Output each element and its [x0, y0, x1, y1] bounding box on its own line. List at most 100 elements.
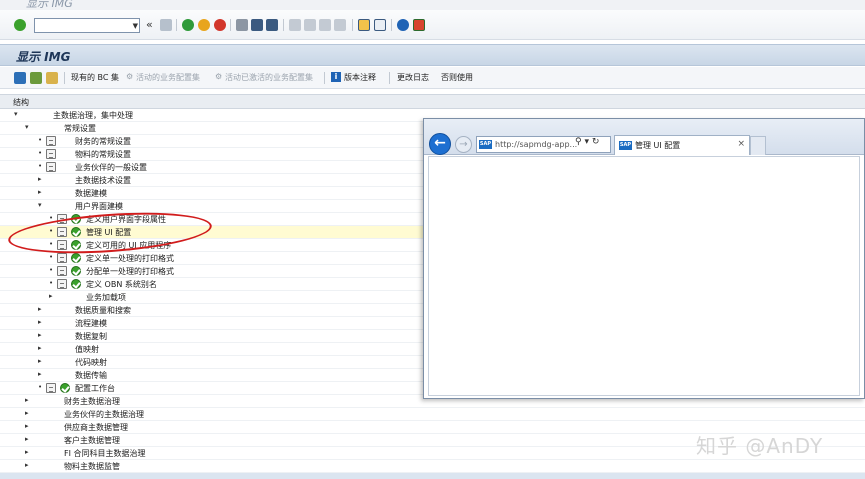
collapsed-toggle-icon[interactable]: ▸: [25, 435, 29, 443]
close-icon[interactable]: ×: [737, 139, 745, 149]
tree-row[interactable]: ▸ 物料主数据监管: [0, 460, 865, 473]
screen-title-bar: 显示 IMG: [0, 44, 865, 66]
tree-node-label: 业务伙伴的主数据治理: [64, 410, 144, 419]
collapsed-toggle-icon[interactable]: ▸: [25, 461, 29, 469]
tree-row[interactable]: ▸ 业务伙伴的主数据治理: [0, 408, 865, 421]
collapsed-toggle-icon[interactable]: ▸: [38, 318, 42, 326]
collapsed-toggle-icon[interactable]: ▸: [38, 331, 42, 339]
tree-node-label: 数据复制: [75, 332, 107, 341]
tree-node-label: 分配单一处理的打印格式: [86, 267, 174, 276]
collapsed-toggle-icon[interactable]: ▸: [49, 292, 53, 300]
toolbar-separator: [324, 72, 325, 84]
activated-bc-sets-icon: ⚙: [215, 72, 223, 81]
new-tab-button[interactable]: [750, 136, 766, 155]
browser-tab[interactable]: SAP 管理 UI 配置 ×: [614, 135, 750, 155]
tree-node-label: 财务的常规设置: [75, 137, 131, 146]
command-field[interactable]: ▼: [34, 18, 140, 33]
new-session-icon[interactable]: [358, 19, 370, 31]
tree-node-label: 用户界面建模: [75, 202, 123, 211]
collapsed-toggle-icon[interactable]: ▸: [38, 188, 42, 196]
execute-activity-icon[interactable]: [60, 383, 70, 393]
active-bc-sets-icon: ⚙: [126, 72, 134, 81]
collapsed-toggle-icon[interactable]: ▸: [38, 357, 42, 365]
expanded-toggle-icon[interactable]: ▾: [14, 110, 18, 118]
execute-activity-icon[interactable]: [71, 227, 81, 237]
tree-node-label: 管理 UI 配置: [86, 228, 132, 237]
execute-activity-icon[interactable]: [71, 253, 81, 263]
where-used-button[interactable]: 否则使用: [441, 72, 473, 83]
exit-icon[interactable]: [198, 19, 210, 31]
tree-node-label: 流程建模: [75, 319, 107, 328]
find-icon[interactable]: [251, 19, 263, 31]
expanded-toggle-icon[interactable]: ▾: [38, 201, 42, 209]
tree-node-label: 数据传输: [75, 371, 107, 380]
save-icon[interactable]: [160, 19, 172, 31]
browser-back-button[interactable]: ←: [429, 133, 451, 155]
collapsed-toggle-icon[interactable]: ▸: [25, 448, 29, 456]
chevron-down-icon[interactable]: ▼: [133, 22, 138, 30]
collapsed-toggle-icon[interactable]: ▸: [25, 396, 29, 404]
enter-check-icon[interactable]: [14, 19, 26, 31]
activated-bc-sets-button[interactable]: 活动已激活的业务配置集: [225, 72, 313, 83]
documentation-icon[interactable]: [30, 72, 42, 84]
cancel-icon[interactable]: [214, 19, 226, 31]
documentation-icon[interactable]: [46, 383, 56, 393]
tree-node-label: 配置工作台: [75, 384, 115, 393]
execute-activity-icon[interactable]: [71, 240, 81, 250]
existing-bc-sets-button[interactable]: 现有的 BC 集: [71, 72, 119, 83]
notes-icon[interactable]: [46, 72, 58, 84]
leaf-bullet-icon: •: [38, 383, 43, 391]
customize-layout-icon[interactable]: [413, 19, 425, 31]
documentation-icon[interactable]: [57, 240, 67, 250]
filter-icon[interactable]: [14, 72, 26, 84]
documentation-icon[interactable]: [57, 279, 67, 289]
next-page-icon[interactable]: [319, 19, 331, 31]
last-page-icon[interactable]: [334, 19, 346, 31]
collapsed-toggle-icon[interactable]: ▸: [25, 409, 29, 417]
back-icon[interactable]: [182, 19, 194, 31]
browser-content-area[interactable]: [428, 156, 860, 396]
documentation-icon[interactable]: [46, 136, 56, 146]
documentation-icon[interactable]: [57, 214, 67, 224]
tree-node-label: 数据质量和搜索: [75, 306, 131, 315]
collapsed-toggle-icon[interactable]: ▸: [38, 175, 42, 183]
execute-activity-icon[interactable]: [71, 266, 81, 276]
tree-node-label: 常规设置: [64, 124, 96, 133]
documentation-icon[interactable]: [57, 266, 67, 276]
documentation-icon[interactable]: [57, 253, 67, 263]
execute-activity-icon[interactable]: [71, 214, 81, 224]
leaf-bullet-icon: •: [49, 279, 54, 287]
tab-title: 管理 UI 配置: [635, 141, 681, 150]
collapsed-toggle-icon[interactable]: ▸: [38, 344, 42, 352]
browser-forward-button[interactable]: →: [455, 136, 472, 153]
collapsed-toggle-icon[interactable]: ▸: [25, 422, 29, 430]
previous-page-icon[interactable]: [304, 19, 316, 31]
address-url: http://sapmdg-app...: [495, 140, 578, 149]
find-next-icon[interactable]: [266, 19, 278, 31]
collapsed-toggle-icon[interactable]: ▸: [38, 370, 42, 378]
documentation-icon[interactable]: [46, 162, 56, 172]
documentation-icon[interactable]: [46, 149, 56, 159]
toolbar-separator: [352, 19, 353, 31]
toolbar-separator: [176, 19, 177, 31]
print-icon[interactable]: [236, 19, 248, 31]
address-search-refresh-icon[interactable]: ⚲ ▾ ↻: [575, 137, 599, 147]
toolbar-separator: [64, 72, 65, 84]
change-log-button[interactable]: 更改日志: [397, 72, 429, 83]
shortcut-icon[interactable]: [374, 19, 386, 31]
active-bc-sets-button[interactable]: 活动的业务配置集: [136, 72, 200, 83]
tree-node-label: 定义用户界面字段属性: [86, 215, 166, 224]
tree-node-label: 业务伙伴的一般设置: [75, 163, 147, 172]
execute-activity-icon[interactable]: [71, 279, 81, 289]
collapsed-toggle-icon[interactable]: ▸: [38, 305, 42, 313]
leaf-bullet-icon: •: [49, 227, 54, 235]
tree-node-label: 数据建模: [75, 189, 107, 198]
documentation-icon[interactable]: [57, 227, 67, 237]
collapse-icon[interactable]: «: [146, 18, 153, 31]
expanded-toggle-icon[interactable]: ▾: [25, 123, 29, 131]
tree-node-label: 代码映射: [75, 358, 107, 367]
tree-node-label: 物料主数据监管: [64, 462, 120, 471]
help-icon[interactable]: [397, 19, 409, 31]
release-notes-button[interactable]: 版本注释: [344, 72, 376, 83]
first-page-icon[interactable]: [289, 19, 301, 31]
